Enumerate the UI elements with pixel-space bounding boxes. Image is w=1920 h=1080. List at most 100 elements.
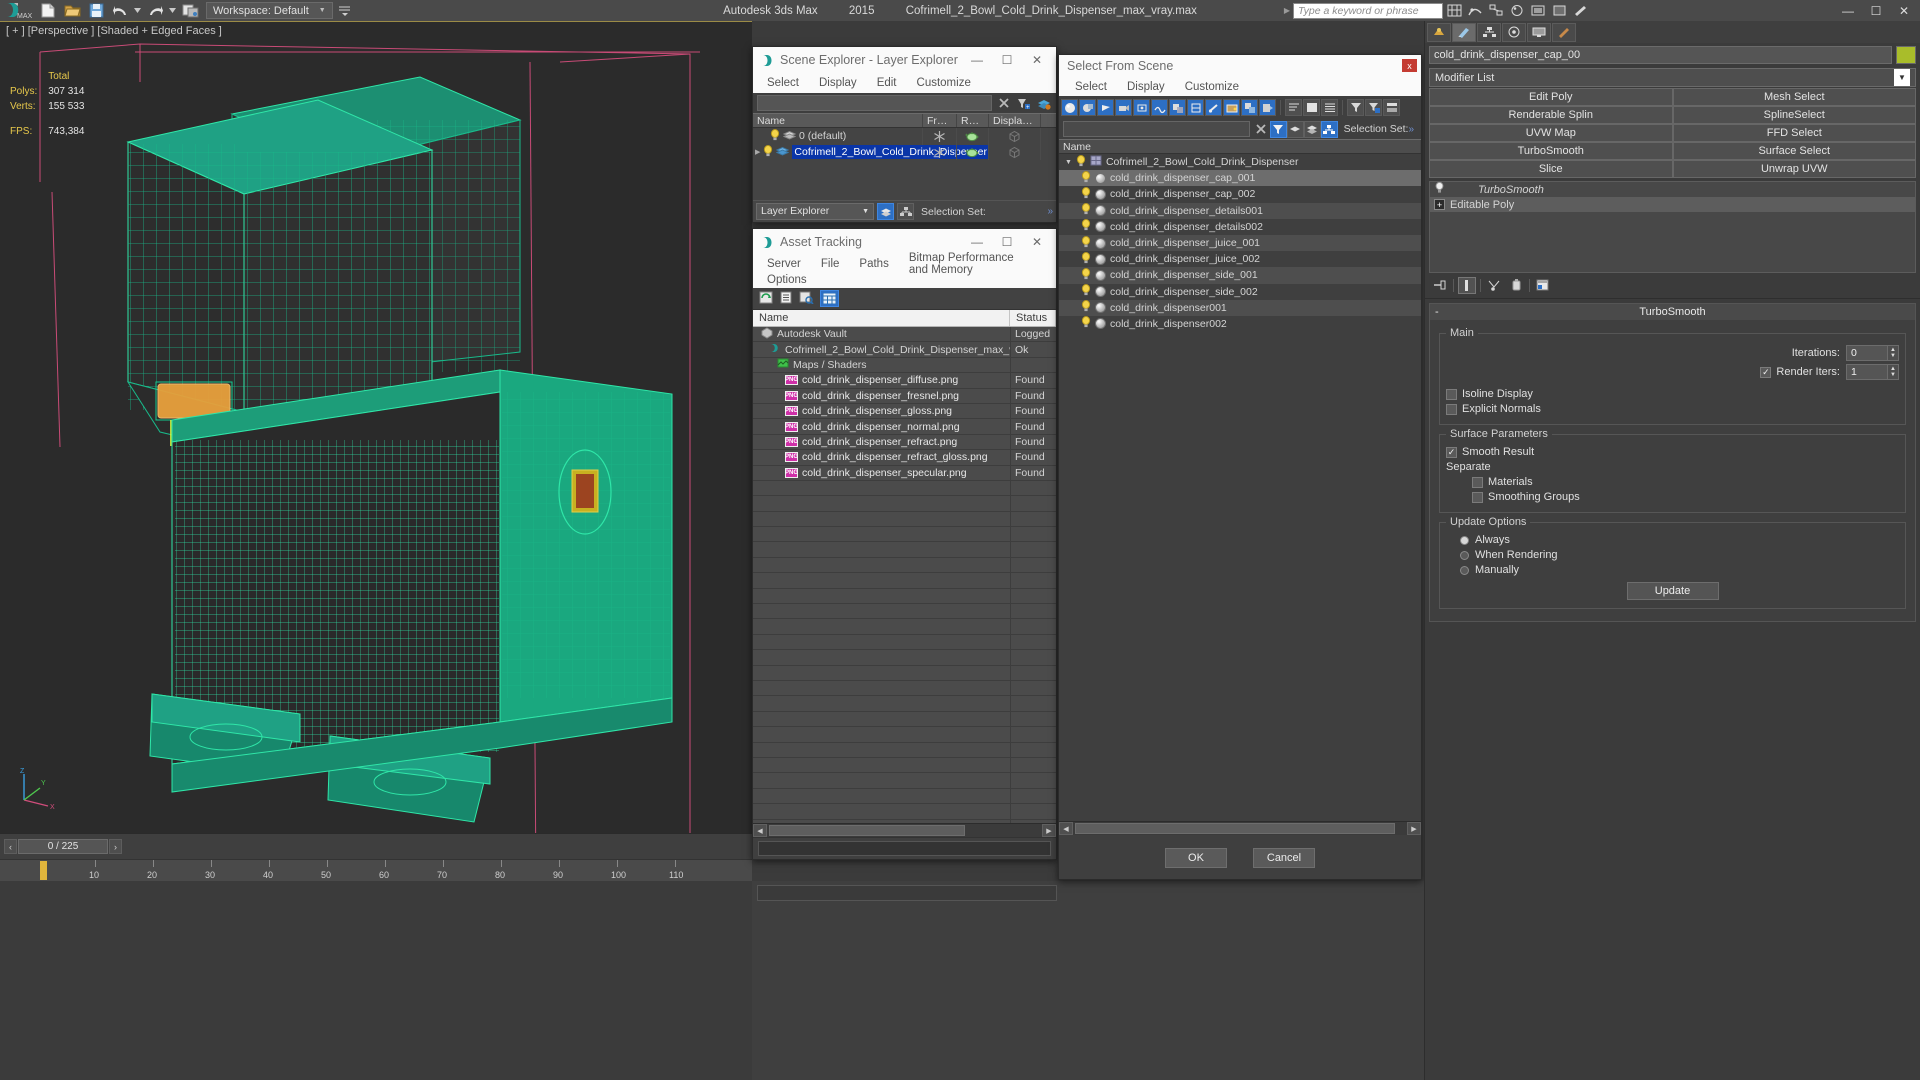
when-rendering-radio[interactable] — [1460, 550, 1469, 560]
menu-display[interactable]: Display — [819, 77, 857, 89]
undo-icon[interactable] — [108, 1, 132, 21]
column-name[interactable]: Name — [1059, 140, 1421, 153]
layer-name-cell[interactable]: 0 (default) — [753, 128, 923, 144]
display-cell[interactable] — [989, 144, 1041, 160]
redo-icon[interactable] — [143, 1, 167, 21]
asset-tracking-dialog[interactable]: Asset Tracking — ☐ ✕ Server File Paths B… — [752, 228, 1057, 860]
sort-alpha-icon[interactable] — [1285, 99, 1302, 116]
curve-editor-icon[interactable] — [1466, 2, 1485, 19]
select-children-icon[interactable] — [1241, 99, 1258, 116]
list-item[interactable]: cold_drink_dispenser_details002 — [1059, 219, 1421, 235]
asset-name-cell[interactable]: Maps / Shaders — [753, 357, 1010, 372]
filter-bones-icon[interactable] — [1205, 99, 1222, 116]
redo-dropdown-icon[interactable] — [167, 1, 178, 21]
undo-dropdown-icon[interactable] — [132, 1, 143, 21]
table-row[interactable]: PNG cold_drink_dispenser_refract_gloss.pn… — [753, 450, 1056, 466]
menu-select[interactable]: Select — [767, 77, 799, 89]
asset-name-cell[interactable]: PNG cold_drink_dispenser_fresnel.png — [753, 390, 1010, 402]
layers-list-icon[interactable] — [1303, 120, 1321, 138]
lightbulb-icon[interactable] — [1081, 300, 1091, 315]
search-input[interactable]: Type a keyword or phrase — [1293, 2, 1443, 19]
expand-arrow-icon[interactable]: ▶ — [755, 148, 760, 156]
close-button[interactable]: x — [1402, 59, 1417, 72]
lightbulb-icon[interactable] — [1081, 170, 1091, 186]
find-files-icon[interactable] — [799, 291, 814, 307]
table-row[interactable]: Maps / Shaders — [753, 357, 1056, 374]
table-view-icon[interactable] — [820, 290, 839, 307]
track-bar[interactable]: 10 20 30 40 50 60 70 80 90 100 110 — [0, 859, 752, 881]
filter-space-warps-icon[interactable] — [1151, 99, 1168, 116]
menu-select[interactable]: Select — [1075, 81, 1107, 93]
remove-modifier-icon[interactable] — [1507, 277, 1525, 294]
lightbulb-icon[interactable] — [1076, 154, 1086, 170]
table-row[interactable]: ▶ Cofrimell_2_Bowl_Cold_Drink_Dispenser — [753, 144, 1056, 160]
asset-name-cell[interactable]: PNG cold_drink_dispenser_normal.png — [753, 421, 1010, 433]
object-name-field[interactable]: cold_drink_dispenser_cap_00 — [1429, 46, 1892, 64]
menu-options[interactable]: Options — [767, 274, 807, 286]
refresh-icon[interactable] — [759, 291, 773, 307]
clear-search-icon[interactable] — [995, 95, 1012, 112]
filter-shapes-icon[interactable] — [1079, 99, 1096, 116]
table-row[interactable]: PNG cold_drink_dispenser_gloss.png Found — [753, 403, 1056, 420]
freeze-cell[interactable] — [923, 128, 957, 144]
close-button[interactable]: ✕ — [1022, 230, 1052, 254]
lightbulb-icon[interactable] — [763, 144, 773, 160]
scroll-right-icon[interactable]: ▶ — [1042, 824, 1056, 837]
lightbulb-icon[interactable] — [1081, 284, 1091, 299]
column-toggle-icon[interactable] — [1303, 99, 1320, 116]
add-filter-icon[interactable]: + — [1015, 95, 1032, 112]
render-frame-icon[interactable] — [1550, 2, 1569, 19]
lightbulb-icon[interactable] — [1081, 235, 1091, 251]
expand-arrow-icon[interactable]: ▼ — [1065, 159, 1072, 166]
filter-cameras-icon[interactable] — [1115, 99, 1132, 116]
layer-settings-icon[interactable] — [1035, 95, 1052, 112]
menu-edit[interactable]: Edit — [877, 77, 897, 89]
filter-active-icon[interactable] — [1269, 120, 1287, 138]
modifier-button[interactable]: FFD Select — [1672, 124, 1916, 142]
filter-lights-icon[interactable] — [1097, 99, 1114, 116]
select-from-scene-titlebar[interactable]: Select From Scene x — [1059, 55, 1421, 77]
modifier-button[interactable]: Mesh Select — [1672, 88, 1916, 106]
render-cell[interactable] — [957, 144, 989, 160]
menu-file[interactable]: File — [821, 258, 840, 270]
layers-toggle-icon[interactable] — [877, 203, 894, 220]
modifier-button[interactable]: Slice — [1429, 160, 1673, 178]
open-file-icon[interactable] — [60, 1, 84, 21]
show-end-result-icon[interactable] — [1458, 277, 1476, 294]
next-frame-button[interactable]: › — [109, 839, 122, 854]
hierarchy-toggle-icon[interactable] — [897, 203, 914, 220]
maximize-button[interactable]: ☐ — [992, 48, 1022, 72]
freeze-cell[interactable] — [923, 144, 957, 160]
table-row[interactable]: Cofrimell_2_Bowl_Cold_Drink_Dispenser_ma… — [753, 342, 1056, 358]
list-item[interactable]: cold_drink_dispenser_juice_001 — [1059, 234, 1421, 252]
menu-paths[interactable]: Paths — [859, 258, 888, 270]
scroll-right-icon[interactable]: ▶ — [1407, 822, 1421, 835]
asset-name-cell[interactable]: PNG cold_drink_dispenser_refract_gloss.pn… — [753, 451, 1010, 463]
menu-customize[interactable]: Customize — [917, 77, 971, 89]
filter-settings-icon[interactable] — [1365, 99, 1382, 116]
maximize-button[interactable]: ☐ — [1862, 1, 1890, 20]
select-from-scene-hscrollbar[interactable]: ◀ ▶ — [1059, 821, 1421, 835]
scene-explorer-dialog[interactable]: Scene Explorer - Layer Explorer — ☐ ✕ Se… — [752, 46, 1057, 223]
rollout-collapse-icon[interactable]: - — [1435, 306, 1439, 318]
list-item[interactable]: cold_drink_dispenser_details001 — [1059, 202, 1421, 219]
configure-sets-icon[interactable] — [1534, 277, 1552, 294]
lightbulb-icon[interactable] — [1434, 181, 1445, 197]
time-slider-handle[interactable] — [40, 861, 47, 880]
list-view-icon[interactable] — [779, 291, 793, 307]
modifier-button[interactable]: Unwrap UVW — [1672, 160, 1916, 178]
perspective-viewport[interactable]: [ + ] [Perspective ] [Shaded + Edged Fac… — [0, 21, 752, 833]
manually-radio[interactable] — [1460, 565, 1469, 575]
lightbulb-icon[interactable] — [1081, 267, 1091, 283]
project-folder-icon[interactable] — [178, 1, 202, 21]
explicit-normals-checkbox[interactable] — [1446, 403, 1457, 415]
list-item[interactable]: cold_drink_dispenser_cap_002 — [1059, 186, 1421, 202]
scroll-left-icon[interactable]: ◀ — [753, 824, 767, 837]
iterations-spinner[interactable]: ▲ ▼ — [1888, 345, 1899, 361]
maximize-button[interactable]: ☐ — [992, 230, 1022, 254]
table-row[interactable]: PNG cold_drink_dispenser_specular.png Foun… — [753, 465, 1056, 481]
object-color-swatch[interactable] — [1896, 46, 1916, 64]
scene-explorer-search-input[interactable] — [757, 95, 992, 111]
filter-icon[interactable] — [1347, 99, 1364, 116]
smoothing-groups-checkbox[interactable] — [1472, 491, 1483, 503]
